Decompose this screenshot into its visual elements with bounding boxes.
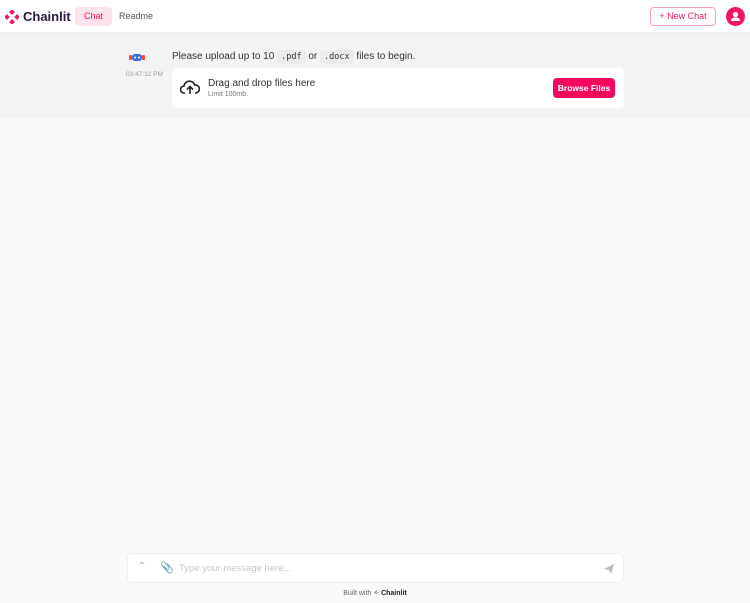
cloud-upload-icon <box>180 80 200 94</box>
composer: ⌃ 📎 Type your message here... <box>127 553 624 583</box>
brand-name: Chainlit <box>23 9 71 24</box>
message-input[interactable]: Type your message here... <box>179 563 291 574</box>
file-dropzone[interactable]: Drag and drop files here Limit 100mb. Br… <box>172 68 624 108</box>
message-text-before: Please upload up to 10 <box>172 51 275 62</box>
plus-icon: + <box>659 11 668 21</box>
logo[interactable]: Chainlit <box>5 9 71 24</box>
tab-chat[interactable]: Chat <box>75 7 113 26</box>
assistant-avatar-icon <box>127 48 147 68</box>
user-avatar-icon[interactable] <box>726 7 745 26</box>
built-with-footer[interactable]: Built with ✧ Chainlit <box>0 589 750 597</box>
paperclip-icon[interactable]: 📎 <box>160 561 174 574</box>
header: Chainlit Chat Readme + New Chat <box>0 0 750 33</box>
footer-brand: Chainlit <box>381 590 407 597</box>
browse-files-button[interactable]: Browse Files <box>553 78 615 98</box>
new-chat-button[interactable]: + New Chat <box>650 7 716 26</box>
message-text: Please upload up to 10 .pdf or .docx fil… <box>172 50 416 64</box>
built-with-label: Built with <box>343 590 372 597</box>
new-chat-label: New Chat <box>667 11 707 21</box>
code-pdf: .pdf <box>277 50 306 64</box>
code-docx: .docx <box>320 50 354 64</box>
message-text-after: files to begin. <box>356 51 416 62</box>
footer-logo-icon: ✧ <box>373 590 380 597</box>
chainlit-logo-icon <box>5 9 19 24</box>
message-text-or: or <box>308 51 318 62</box>
message-timestamp: 03:47:12 PM <box>126 71 163 78</box>
chevrons-up-icon[interactable]: ⌃ <box>138 561 146 572</box>
dropzone-limit: Limit 100mb. <box>208 91 249 98</box>
send-icon[interactable] <box>603 563 615 575</box>
tab-readme[interactable]: Readme <box>110 7 162 26</box>
dropzone-title: Drag and drop files here <box>208 78 316 89</box>
